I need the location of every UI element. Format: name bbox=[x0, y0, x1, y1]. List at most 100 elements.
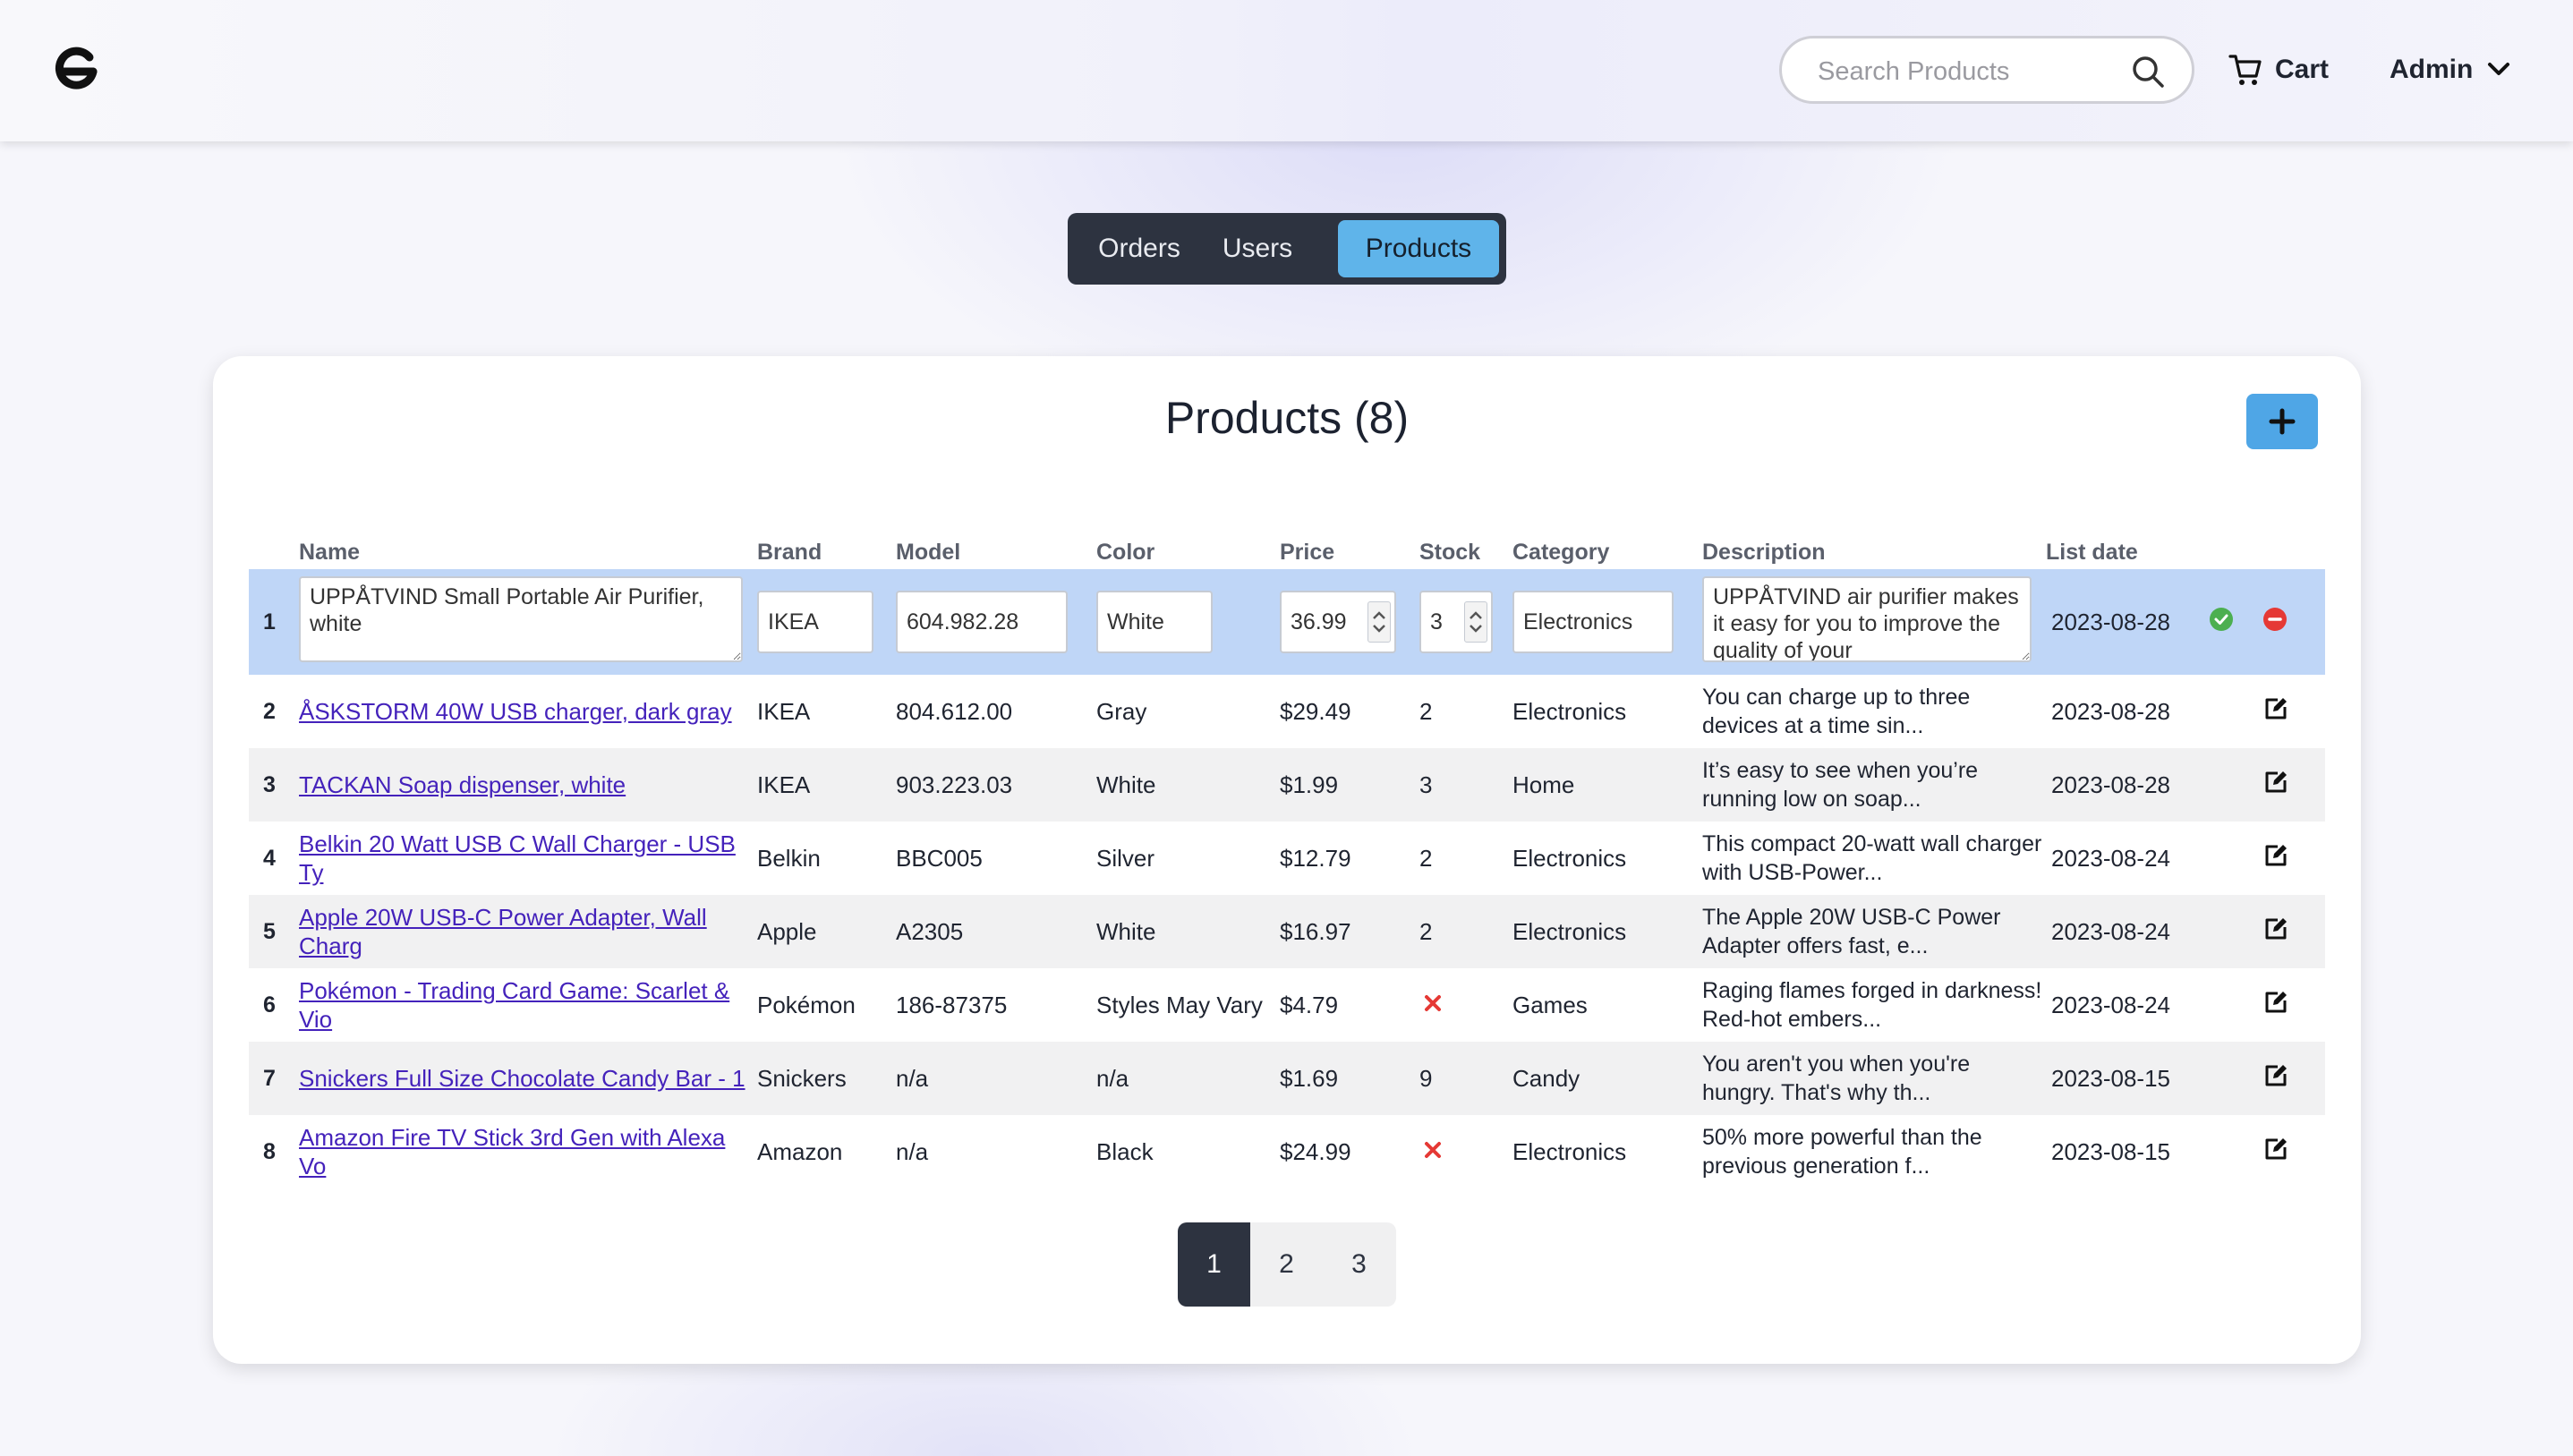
row-index: 7 bbox=[249, 1042, 299, 1115]
product-link[interactable]: Pokémon - Trading Card Game: Scarlet & V… bbox=[299, 976, 757, 1034]
row-index: 4 bbox=[249, 822, 299, 895]
product-link[interactable]: Belkin 20 Watt USB C Wall Charger - USB … bbox=[299, 830, 757, 887]
price-cell: $29.49 bbox=[1280, 675, 1419, 748]
row-index: 8 bbox=[249, 1115, 299, 1188]
brand-cell: IKEA bbox=[757, 748, 896, 822]
edit-icon[interactable] bbox=[2262, 989, 2289, 1016]
list-date: 2023-08-28 bbox=[2046, 569, 2209, 675]
products-table: Name Brand Model Color Price Stock Categ… bbox=[249, 523, 2325, 1188]
description-cell: You can charge up to three devices at a … bbox=[1702, 685, 1971, 738]
price-cell: $4.79 bbox=[1280, 968, 1419, 1042]
color-cell: White bbox=[1096, 895, 1280, 968]
category-cell: Electronics bbox=[1512, 675, 1702, 748]
model-cell: n/a bbox=[896, 1042, 1096, 1115]
col-name: Name bbox=[299, 540, 361, 565]
pagination: 1 2 3 bbox=[1178, 1222, 1396, 1307]
price-cell: $1.99 bbox=[1280, 748, 1419, 822]
description-cell: 50% more powerful than the previous gene… bbox=[1702, 1125, 1982, 1179]
brand-field[interactable] bbox=[757, 591, 873, 653]
edit-icon[interactable] bbox=[2262, 842, 2289, 869]
model-cell: 804.612.00 bbox=[896, 675, 1096, 748]
out-of-stock-icon bbox=[1423, 992, 1443, 1019]
col-list-date: List date bbox=[2046, 540, 2138, 565]
edit-icon[interactable] bbox=[2262, 915, 2289, 942]
logo-icon[interactable] bbox=[54, 45, 102, 93]
color-field[interactable] bbox=[1096, 591, 1213, 653]
stock-cell: 2 bbox=[1419, 822, 1512, 895]
description-cell: This compact 20-watt wall charger with U… bbox=[1702, 831, 2042, 885]
tab-products[interactable]: Products bbox=[1338, 220, 1499, 277]
col-price: Price bbox=[1280, 540, 1335, 565]
list-date-cell: 2023-08-15 bbox=[2046, 1042, 2209, 1115]
cart-button[interactable]: Cart bbox=[2228, 47, 2329, 93]
col-model: Model bbox=[896, 540, 961, 565]
color-cell: Gray bbox=[1096, 675, 1280, 748]
row-index: 6 bbox=[249, 968, 299, 1042]
edit-icon[interactable] bbox=[2262, 695, 2289, 722]
stock-stepper bbox=[1419, 591, 1493, 653]
description-cell: You aren't you when you're hungry. That'… bbox=[1702, 1052, 1971, 1105]
table-header: Name Brand Model Color Price Stock Categ… bbox=[249, 523, 2325, 569]
tab-orders[interactable]: Orders bbox=[1086, 220, 1193, 277]
model-cell: A2305 bbox=[896, 895, 1096, 968]
out-of-stock-icon bbox=[1423, 1138, 1443, 1166]
search-icon[interactable] bbox=[2131, 55, 2165, 89]
row-index: 2 bbox=[249, 675, 299, 748]
cancel-row-button[interactable] bbox=[2262, 607, 2288, 632]
brand-cell: Apple bbox=[757, 895, 896, 968]
category-cell: Home bbox=[1512, 748, 1702, 822]
user-label: Admin bbox=[2390, 55, 2474, 84]
stock-cell: 9 bbox=[1419, 1042, 1512, 1115]
price-cell: $12.79 bbox=[1280, 822, 1419, 895]
stock-cell: 3 bbox=[1419, 748, 1512, 822]
page-2-button[interactable]: 2 bbox=[1250, 1222, 1323, 1307]
products-card: Products (8) Name Brand Model Color Pric… bbox=[213, 356, 2361, 1364]
table-row: 8 Amazon Fire TV Stick 3rd Gen with Alexa… bbox=[249, 1115, 2325, 1188]
col-category: Category bbox=[1512, 540, 1610, 565]
brand-cell: Snickers bbox=[757, 1042, 896, 1115]
search-input[interactable] bbox=[1816, 47, 2124, 96]
page-title: Products (8) bbox=[1164, 393, 1410, 443]
top-navbar: Cart Admin bbox=[0, 0, 2573, 141]
description-field[interactable]: UPPÅTVIND air purifier makes it easy for… bbox=[1702, 575, 2032, 662]
description-cell: The Apple 20W USB-C Power Adapter offers… bbox=[1702, 905, 2001, 958]
page-3-button[interactable]: 3 bbox=[1323, 1222, 1395, 1307]
price-stepper bbox=[1280, 591, 1396, 653]
list-date-cell: 2023-08-24 bbox=[2046, 968, 2209, 1042]
table-row: 2 ÅSKSTORM 40W USB charger, dark gray IKEA… bbox=[249, 675, 2325, 748]
list-date-cell: 2023-08-28 bbox=[2046, 748, 2209, 822]
table-row: 4 Belkin 20 Watt USB C Wall Charger - USB… bbox=[249, 822, 2325, 895]
category-cell: Electronics bbox=[1512, 895, 1702, 968]
table-row: 5 Apple 20W USB-C Power Adapter, Wall Cha… bbox=[249, 895, 2325, 968]
edit-icon[interactable] bbox=[2262, 1062, 2289, 1089]
color-cell: Black bbox=[1096, 1115, 1280, 1188]
page-1-button[interactable]: 1 bbox=[1178, 1222, 1250, 1307]
save-row-button[interactable] bbox=[2209, 607, 2234, 632]
product-link[interactable]: Amazon Fire TV Stick 3rd Gen with Alexa … bbox=[299, 1123, 757, 1180]
product-link[interactable]: Snickers Full Size Chocolate Candy Bar -… bbox=[299, 1064, 757, 1093]
add-product-button[interactable] bbox=[2246, 394, 2318, 449]
product-link[interactable]: Apple 20W USB-C Power Adapter, Wall Char… bbox=[299, 903, 757, 960]
stock-spin-icon[interactable] bbox=[1464, 601, 1487, 643]
section-tabs: Orders Users Products bbox=[1068, 213, 1506, 285]
model-field[interactable] bbox=[896, 591, 1068, 653]
user-menu-button[interactable]: Admin bbox=[2390, 47, 2510, 93]
edit-icon[interactable] bbox=[2262, 1136, 2289, 1162]
table-row: 3 TACKAN Soap dispenser, white IKEA 903.223… bbox=[249, 748, 2325, 822]
price-spin-icon[interactable] bbox=[1367, 601, 1391, 643]
col-description: Description bbox=[1702, 540, 1826, 565]
model-cell: 903.223.03 bbox=[896, 748, 1096, 822]
product-link[interactable]: TACKAN Soap dispenser, white bbox=[299, 771, 757, 799]
price-cell: $24.99 bbox=[1280, 1115, 1419, 1188]
product-link[interactable]: ÅSKSTORM 40W USB charger, dark gray bbox=[299, 697, 757, 726]
category-cell: Electronics bbox=[1512, 1115, 1702, 1188]
category-field[interactable] bbox=[1512, 591, 1674, 653]
tab-users[interactable]: Users bbox=[1202, 220, 1313, 277]
list-date-cell: 2023-08-24 bbox=[2046, 822, 2209, 895]
name-field[interactable]: UPPÅTVIND Small Portable Air Purifier, w… bbox=[299, 575, 743, 662]
table-row: 7 Snickers Full Size Chocolate Candy Bar … bbox=[249, 1042, 2325, 1115]
edit-icon[interactable] bbox=[2262, 769, 2289, 796]
stock-cell: 2 bbox=[1419, 895, 1512, 968]
stock-cell: 2 bbox=[1419, 675, 1512, 748]
category-cell: Games bbox=[1512, 968, 1702, 1042]
